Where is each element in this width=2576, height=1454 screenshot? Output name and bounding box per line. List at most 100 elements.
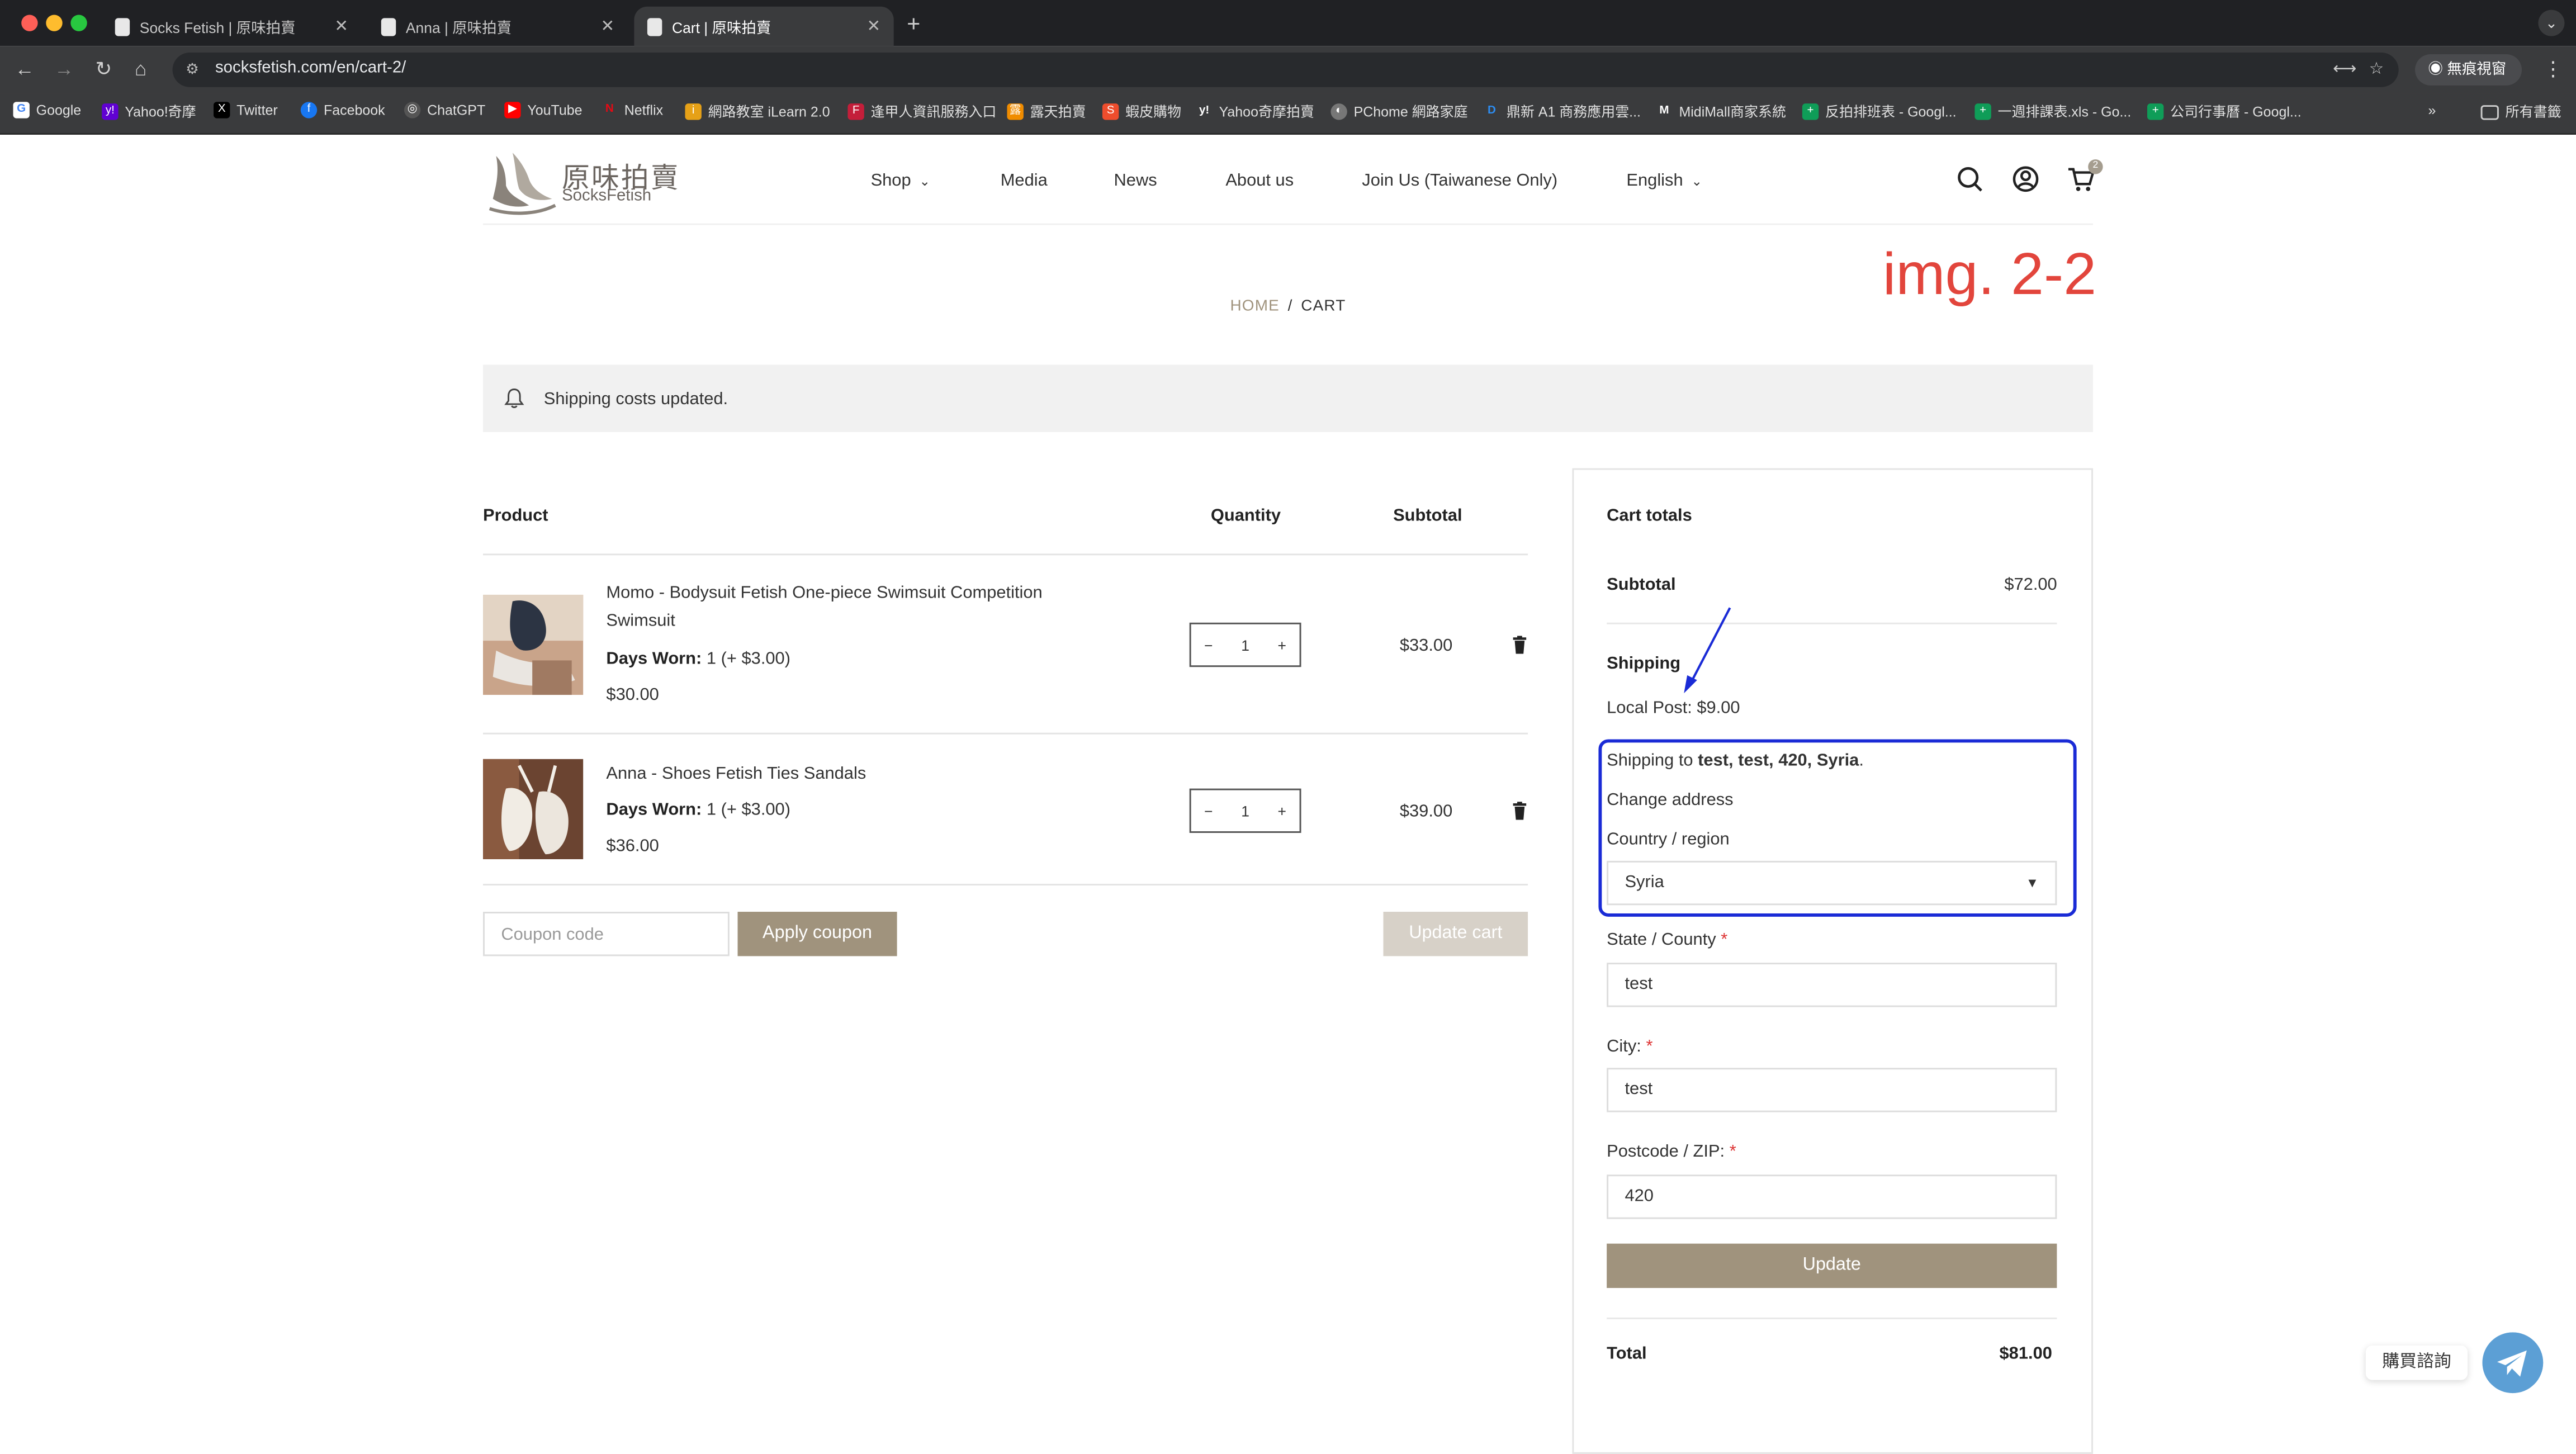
update-cart-button[interactable]: Update cart — [1383, 912, 1528, 956]
browser-tab[interactable]: Socks Fetish | 原味拍賣 ✕ — [102, 7, 361, 46]
browser-menu-icon[interactable]: ⋮ — [2543, 58, 2563, 80]
more-bookmarks-chevron-icon[interactable]: » — [2428, 102, 2436, 118]
bookmark-fcu[interactable]: F 逢甲人資訊服務入口 — [847, 102, 996, 121]
close-tab-icon[interactable]: ✕ — [867, 17, 881, 35]
increment-button[interactable]: + — [1278, 803, 1286, 819]
address-bar[interactable]: ⚙ socksfetish.com/en/cart-2/ ⟷ ☆ — [172, 53, 2399, 87]
update-shipping-button[interactable]: Update — [1607, 1243, 2057, 1289]
browser-tab-active[interactable]: Cart | 原味拍賣 ✕ — [634, 6, 894, 46]
incognito-badge[interactable]: ◉ 無痕視窗 — [2415, 54, 2521, 86]
bookmark-sheets-3[interactable]: + 公司行事曆 - Googl... — [2147, 102, 2302, 121]
close-tab-icon[interactable]: ✕ — [600, 17, 614, 35]
shipping-label: Shipping — [1607, 653, 1681, 674]
product-thumbnail[interactable] — [483, 594, 584, 695]
telegram-chat-button[interactable] — [2482, 1332, 2544, 1394]
zip-label: Postcode / ZIP: * — [1607, 1142, 1736, 1161]
quantity-stepper[interactable]: − 1 + — [1189, 788, 1301, 833]
browser-tab[interactable]: Anna | 原味拍賣 ✕ — [368, 7, 627, 46]
product-thumbnail[interactable] — [483, 759, 584, 859]
nav-shop[interactable]: Shop ⌄ — [871, 171, 930, 191]
zoom-window-button[interactable] — [70, 15, 87, 31]
bookmark-sheets-2[interactable]: + 一週排課表.xls - Go... — [1974, 102, 2131, 121]
translate-icon[interactable]: ⟷ — [2333, 61, 2356, 79]
product-name-link[interactable]: Momo - Bodysuit Fetish One-piece Swimsui… — [606, 580, 1082, 636]
account-icon[interactable] — [2011, 164, 2040, 194]
nav-about-us[interactable]: About us — [1225, 171, 1294, 191]
bookmark-label: YouTube — [527, 102, 583, 119]
bookmark-digiwin[interactable]: D 鼎新 A1 商務應用雲... — [1484, 102, 1641, 121]
quantity-value[interactable]: 1 — [1241, 803, 1249, 819]
close-window-button[interactable] — [21, 15, 38, 31]
sheets-icon: + — [1802, 103, 1819, 120]
bookmark-yahoo-auction[interactable]: y! Yahoo奇摩拍賣 — [1196, 102, 1314, 121]
state-input[interactable]: test — [1607, 963, 2057, 1007]
nav-language[interactable]: English ⌄ — [1626, 171, 1702, 191]
facebook-icon: f — [300, 102, 318, 119]
nav-join-us[interactable]: Join Us (Taiwanese Only) — [1362, 171, 1557, 191]
browser-toolbar: ← → ↻ ⌂ ⚙ socksfetish.com/en/cart-2/ ⟷ ☆… — [0, 46, 2576, 94]
logo-english-text[interactable]: SocksFetish — [562, 187, 651, 205]
required-mark: * — [1729, 1142, 1736, 1162]
line-subtotal: $33.00 — [1399, 636, 1453, 656]
apply-coupon-button[interactable]: Apply coupon — [737, 912, 897, 956]
quantity-stepper[interactable]: − 1 + — [1189, 622, 1301, 667]
breadcrumb-home-link[interactable]: HOME — [1230, 297, 1279, 315]
forward-arrow-icon[interactable]: → — [54, 58, 74, 80]
country-select[interactable]: Syria ▼ — [1607, 860, 2057, 906]
caret-down-icon: ▼ — [2025, 875, 2039, 891]
bookmark-twitter[interactable]: X Twitter — [214, 102, 278, 119]
bookmark-ruten[interactable]: 露露天拍賣 — [1007, 102, 1086, 121]
bookmark-sheets-1[interactable]: + 反拍排班表 - Googl... — [1802, 102, 1957, 121]
decrement-button[interactable]: − — [1204, 637, 1213, 653]
search-icon[interactable] — [1955, 164, 1985, 194]
change-address-link[interactable]: Change address — [1607, 790, 1733, 810]
meta-value: 1 (+ $3.00) — [702, 800, 791, 820]
bookmark-pchome[interactable]: ◐ PChome 網路家庭 — [1330, 102, 1468, 121]
reload-icon[interactable]: ↻ — [95, 58, 112, 80]
bell-icon — [504, 389, 524, 408]
bookmark-google[interactable]: G Google — [13, 102, 82, 119]
bookmark-shopee[interactable]: S 蝦皮購物 — [1102, 102, 1181, 121]
total-value: $81.00 — [1999, 1343, 2052, 1364]
back-arrow-icon[interactable]: ← — [15, 58, 34, 80]
all-bookmarks[interactable]: 所有書籤 — [2480, 102, 2561, 121]
bookmark-midimall[interactable]: M MidiMall商家系統 — [1656, 102, 1786, 121]
decrement-button[interactable]: − — [1204, 803, 1213, 819]
bookmark-label: 鼎新 A1 商務應用雲... — [1506, 103, 1641, 120]
yahoo-icon: y! — [102, 103, 119, 120]
site-info-icon[interactable]: ⚙ — [186, 61, 203, 79]
bookmark-youtube[interactable]: ▶ YouTube — [504, 102, 583, 119]
socksfetish-logo-icon[interactable] — [486, 149, 558, 215]
nav-news[interactable]: News — [1114, 171, 1157, 191]
bookmark-chatgpt[interactable]: ◎ ChatGPT — [404, 102, 485, 119]
city-input[interactable]: test — [1607, 1068, 2057, 1112]
zip-value: 420 — [1625, 1186, 1654, 1206]
bookmark-ilearn[interactable]: i 網路教室 iLearn 2.0 — [685, 102, 830, 121]
page-root: Socks Fetish | 原味拍賣 ✕ Anna | 原味拍賣 ✕ Cart… — [0, 0, 2576, 1454]
tab-search-chevron-icon[interactable]: ⌄ — [2538, 10, 2565, 36]
trash-icon[interactable] — [1512, 802, 1528, 820]
bookmark-label: 反拍排班表 - Googl... — [1825, 103, 1957, 120]
close-tab-icon[interactable]: ✕ — [334, 17, 348, 35]
bookmark-yahoo[interactable]: y! Yahoo!奇摩 — [102, 102, 196, 121]
bookmark-netflix[interactable]: N Netflix — [602, 102, 663, 118]
bookmark-label: 露天拍賣 — [1030, 103, 1086, 120]
minimize-window-button[interactable] — [46, 15, 63, 31]
bookmark-facebook[interactable]: f Facebook — [300, 102, 385, 119]
bookmark-star-icon[interactable]: ☆ — [2369, 61, 2384, 79]
zip-input[interactable]: 420 — [1607, 1174, 2057, 1219]
product-name-link[interactable]: Anna - Shoes Fetish Ties Sandals — [606, 761, 1082, 789]
required-mark: * — [1646, 1036, 1653, 1057]
country-value: Syria — [1625, 872, 1664, 892]
home-icon[interactable]: ⌂ — [135, 58, 146, 80]
chat-label[interactable]: 購買諮詢 — [2365, 1345, 2468, 1380]
trash-icon[interactable] — [1512, 636, 1528, 654]
coupon-code-input[interactable] — [483, 912, 730, 956]
nav-media[interactable]: Media — [1001, 171, 1048, 191]
total-label: Total — [1607, 1343, 1647, 1364]
new-tab-button[interactable]: + — [907, 10, 920, 36]
shipping-notice: Shipping costs updated. — [483, 364, 2094, 432]
pchome-icon: ◐ — [1330, 103, 1347, 120]
increment-button[interactable]: + — [1278, 637, 1286, 653]
quantity-value[interactable]: 1 — [1241, 637, 1249, 653]
